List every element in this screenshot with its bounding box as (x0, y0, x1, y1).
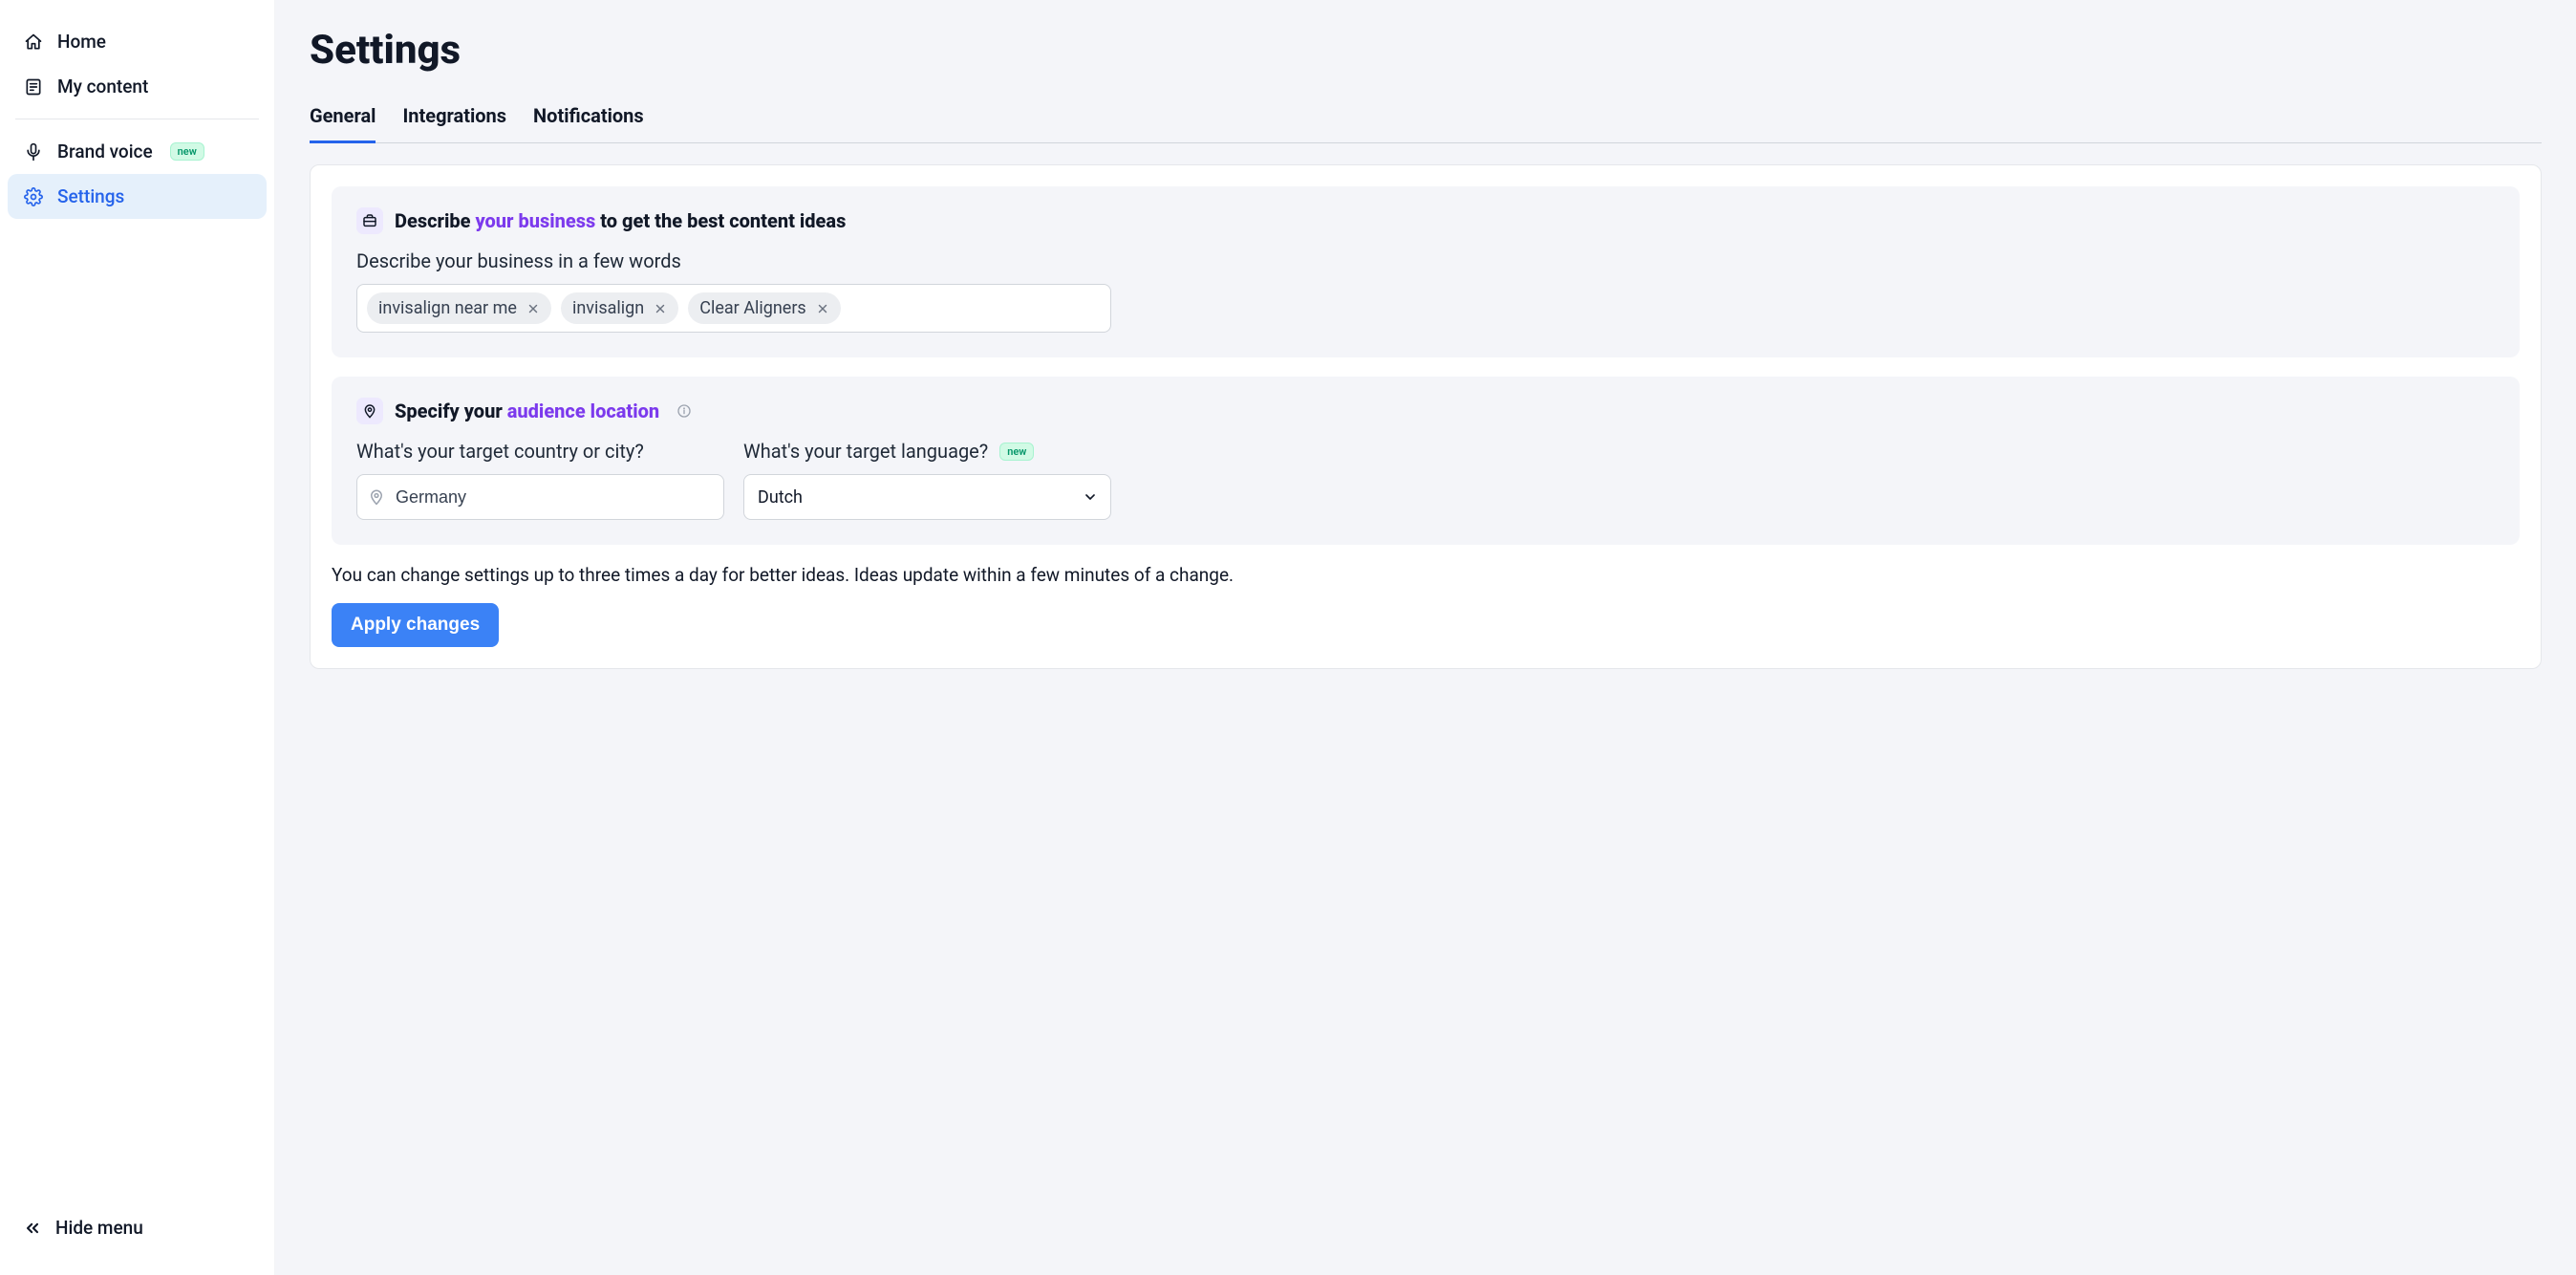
sidebar-item-settings[interactable]: Settings (8, 174, 267, 219)
main-content: Settings General Integrations Notificati… (275, 0, 2576, 1275)
help-text: You can change settings up to three time… (332, 564, 2520, 586)
new-badge: new (999, 443, 1034, 461)
title-prefix: Specify your (395, 400, 507, 422)
title-prefix: Describe (395, 209, 475, 232)
sidebar: Home My content Brand voice new (0, 0, 275, 1275)
sidebar-item-brand-voice[interactable]: Brand voice new (8, 129, 267, 174)
language-select[interactable]: Dutch (743, 474, 1111, 520)
gear-icon (23, 186, 44, 207)
remove-tag-icon[interactable] (816, 302, 829, 315)
pin-icon (356, 398, 383, 424)
tabs: General Integrations Notifications (310, 95, 2542, 143)
home-icon (23, 32, 44, 53)
business-card-title: Describe your business to get the best c… (395, 209, 846, 232)
language-value: Dutch (758, 487, 803, 508)
business-card: Describe your business to get the best c… (332, 186, 2520, 357)
business-field-label: Describe your business in a few words (356, 249, 2495, 272)
briefcase-icon (356, 207, 383, 234)
tag-chip: Clear Aligners (688, 292, 840, 324)
sidebar-item-label: Brand voice (57, 140, 153, 162)
sidebar-item-label: Settings (57, 185, 124, 207)
language-label: What's your target language? (743, 440, 988, 463)
tab-integrations[interactable]: Integrations (402, 95, 506, 143)
business-tag-input[interactable]: invisalign near me invisalign Clear Alig… (356, 284, 1111, 333)
tag-label: Clear Aligners (699, 298, 805, 318)
chevrons-left-icon (23, 1219, 42, 1238)
info-icon[interactable] (676, 403, 692, 419)
tag-chip: invisalign near me (367, 292, 551, 324)
remove-tag-icon[interactable] (526, 302, 540, 315)
apply-changes-button[interactable]: Apply changes (332, 603, 499, 647)
title-highlight: your business (475, 209, 595, 232)
new-badge: new (170, 142, 204, 161)
microphone-icon (23, 141, 44, 162)
sidebar-item-home[interactable]: Home (8, 19, 267, 64)
document-icon (23, 76, 44, 97)
tab-notifications[interactable]: Notifications (533, 95, 644, 143)
settings-panel: Describe your business to get the best c… (310, 164, 2542, 669)
remove-tag-icon[interactable] (654, 302, 667, 315)
tag-chip: invisalign (561, 292, 678, 324)
audience-card-title: Specify your audience location (395, 400, 659, 422)
hide-menu-label: Hide menu (55, 1217, 143, 1239)
sidebar-item-label: My content (57, 76, 148, 97)
tag-label: invisalign near me (378, 298, 517, 318)
hide-menu-button[interactable]: Hide menu (15, 1207, 259, 1248)
country-input[interactable] (356, 474, 724, 520)
country-label: What's your target country or city? (356, 440, 724, 463)
page-title: Settings (310, 27, 2542, 74)
title-highlight: audience location (507, 400, 659, 422)
tag-label: invisalign (572, 298, 644, 318)
audience-card: Specify your audience location What's yo… (332, 377, 2520, 545)
tab-general[interactable]: General (310, 95, 376, 143)
sidebar-item-label: Home (57, 31, 106, 53)
title-suffix: to get the best content ideas (595, 209, 846, 232)
sidebar-item-my-content[interactable]: My content (8, 64, 267, 109)
